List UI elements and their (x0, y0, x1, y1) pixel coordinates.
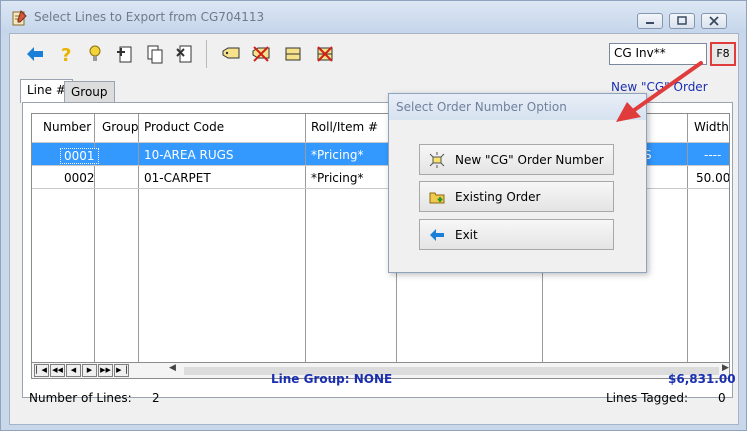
annotation-arrow (616, 61, 703, 122)
export-lines-window: Select Lines to Export from CG704113 ? C… (0, 0, 747, 431)
